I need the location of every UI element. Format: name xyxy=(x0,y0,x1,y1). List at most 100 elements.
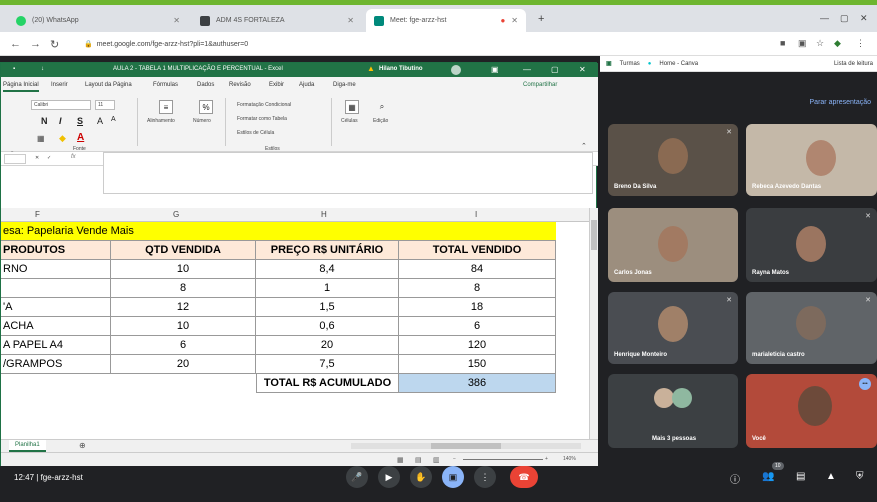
name-box[interactable] xyxy=(4,154,26,164)
total-cell[interactable]: 8 xyxy=(399,279,556,298)
total-label-cell[interactable]: TOTAL R$ ACUMULADO xyxy=(256,374,399,393)
zoom-slider[interactable] xyxy=(463,459,543,460)
font-size-select[interactable]: 11 xyxy=(95,100,115,110)
zoom-level[interactable]: 140% xyxy=(563,456,576,462)
column-header[interactable]: I xyxy=(475,210,477,219)
column-header[interactable]: H xyxy=(321,210,327,219)
self-tile[interactable]: ••• Você xyxy=(746,374,877,448)
more-people-tile[interactable]: Mais 3 pessoas xyxy=(608,374,738,448)
tab-review[interactable]: Revisão xyxy=(229,82,251,88)
price-cell[interactable]: 1,5 xyxy=(256,298,399,317)
page-break-icon[interactable]: ▥ xyxy=(433,456,440,464)
raise-hand-button[interactable]: ✋ xyxy=(410,466,432,488)
participant-tile[interactable]: ✕ Breno Da Silva xyxy=(608,124,738,196)
header-cell[interactable]: PRODUTOS xyxy=(1,241,111,260)
total-value-cell[interactable]: 386 xyxy=(399,374,556,393)
qty-cell[interactable]: 10 xyxy=(111,260,256,279)
participant-tile[interactable]: ✕ Henrique Monteiro xyxy=(608,292,738,364)
star-icon[interactable]: ☆ xyxy=(816,38,824,49)
maximize-icon[interactable]: ▢ xyxy=(551,65,559,74)
tab-whatsapp[interactable]: (20) WhatsApp ✕ xyxy=(8,9,188,32)
camera-button[interactable]: ▶ xyxy=(378,466,400,488)
total-cell[interactable]: 120 xyxy=(399,336,556,355)
company-title-cell[interactable]: esa: Papelaria Vende Mais xyxy=(1,222,556,241)
grow-font-button[interactable]: A xyxy=(97,116,103,126)
more-options-button[interactable]: ⋮ xyxy=(474,466,496,488)
fill-color-icon[interactable]: ◆ xyxy=(59,133,66,144)
bookmark-canva[interactable]: Home - Canva xyxy=(659,61,698,67)
font-color-icon[interactable]: A xyxy=(77,132,84,143)
fx-icon[interactable]: fx xyxy=(71,154,76,160)
info-icon[interactable]: ⓘ xyxy=(730,471,740,486)
underline-button[interactable]: S xyxy=(77,116,83,126)
vertical-scrollbar[interactable] xyxy=(589,208,598,439)
host-controls-icon[interactable]: ⛨ xyxy=(856,471,864,482)
qty-cell[interactable]: 20 xyxy=(111,355,256,374)
share-button[interactable]: Compartilhar xyxy=(523,82,557,88)
user-avatar[interactable] xyxy=(451,65,461,75)
tab-insert[interactable]: Inserir xyxy=(51,82,68,88)
tab-layout[interactable]: Layout da Página xyxy=(85,82,132,88)
extension-icon[interactable]: ◆ xyxy=(834,38,841,49)
cancel-icon[interactable]: ✕ xyxy=(35,155,39,161)
header-cell[interactable]: TOTAL VENDIDO xyxy=(399,241,556,260)
column-header[interactable]: F xyxy=(35,210,40,219)
horizontal-scrollbar[interactable] xyxy=(351,443,581,449)
close-icon[interactable]: ✕ xyxy=(511,16,518,25)
qty-cell[interactable]: 10 xyxy=(111,317,256,336)
price-cell[interactable]: 20 xyxy=(256,336,399,355)
minimize-icon[interactable]: — xyxy=(820,13,829,23)
product-cell[interactable]: A PAPEL A4 xyxy=(1,336,111,355)
italic-button[interactable]: I xyxy=(59,116,62,126)
new-tab-button[interactable]: + xyxy=(538,13,544,25)
number-label[interactable]: Número xyxy=(193,118,211,124)
total-cell[interactable]: 6 xyxy=(399,317,556,336)
mic-button[interactable]: 🎤 xyxy=(346,466,368,488)
maximize-icon[interactable]: ▢ xyxy=(840,13,849,24)
product-cell[interactable]: ACHA xyxy=(1,317,111,336)
participant-tile[interactable]: ✕ Rayna Matos xyxy=(746,208,877,282)
formula-input[interactable] xyxy=(103,152,593,194)
price-cell[interactable]: 1 xyxy=(256,279,399,298)
collapse-ribbon-icon[interactable]: ⌃ xyxy=(581,142,587,150)
total-cell[interactable]: 18 xyxy=(399,298,556,317)
scroll-thumb[interactable] xyxy=(431,443,501,449)
participant-tile[interactable]: Carlos Jonas xyxy=(608,208,738,282)
qty-cell[interactable]: 8 xyxy=(111,279,256,298)
tab-data[interactable]: Dados xyxy=(197,82,214,88)
cells-icon[interactable]: ▦ xyxy=(345,100,359,114)
total-cell[interactable]: 84 xyxy=(399,260,556,279)
price-cell[interactable]: 8,4 xyxy=(256,260,399,279)
shrink-font-button[interactable]: A xyxy=(111,116,116,123)
header-cell[interactable]: PREÇO R$ UNITÁRIO xyxy=(256,241,399,260)
page-layout-icon[interactable]: ▤ xyxy=(415,456,422,464)
participant-tile[interactable]: ✕ marialeticia castro xyxy=(746,292,877,364)
edit-label[interactable]: Edição xyxy=(373,118,388,124)
people-icon[interactable]: 👥 xyxy=(762,471,774,482)
tab-home[interactable]: Página Inicial xyxy=(3,82,39,92)
minimize-icon[interactable]: — xyxy=(523,65,531,74)
forward-icon[interactable]: → xyxy=(30,38,41,50)
zoom-out-icon[interactable]: − xyxy=(453,456,456,462)
tell-me-search[interactable]: Diga-me xyxy=(333,82,356,88)
autosave-icon[interactable]: ▪ xyxy=(13,66,15,72)
font-name-select[interactable]: Calibri xyxy=(31,100,91,110)
cell-styles-button[interactable]: Estilos de Célula xyxy=(237,130,274,136)
sheet-tab[interactable]: Planilha1 xyxy=(9,440,46,452)
ribbon-display-icon[interactable]: ▣ xyxy=(491,65,499,74)
percent-button[interactable]: % xyxy=(199,100,213,114)
menu-dots-icon[interactable]: ⋮ xyxy=(856,38,865,49)
borders-icon[interactable]: ▦ xyxy=(37,134,45,143)
reload-icon[interactable]: ↻ xyxy=(50,38,59,51)
alignment-icon[interactable]: ≡ xyxy=(159,100,173,114)
price-cell[interactable]: 7,5 xyxy=(256,355,399,374)
normal-view-icon[interactable]: ▦ xyxy=(397,456,404,464)
close-window-icon[interactable]: ✕ xyxy=(860,13,868,24)
enter-icon[interactable]: ✓ xyxy=(47,155,51,161)
leave-call-button[interactable]: ☎ xyxy=(510,466,538,488)
stop-presenting-link[interactable]: Parar apresentação xyxy=(810,99,871,106)
tab-view[interactable]: Exibir xyxy=(269,82,284,88)
format-table-button[interactable]: Formatar como Tabela xyxy=(237,116,287,122)
screen-icon[interactable]: ▣ xyxy=(798,38,807,49)
product-cell[interactable] xyxy=(1,279,111,298)
